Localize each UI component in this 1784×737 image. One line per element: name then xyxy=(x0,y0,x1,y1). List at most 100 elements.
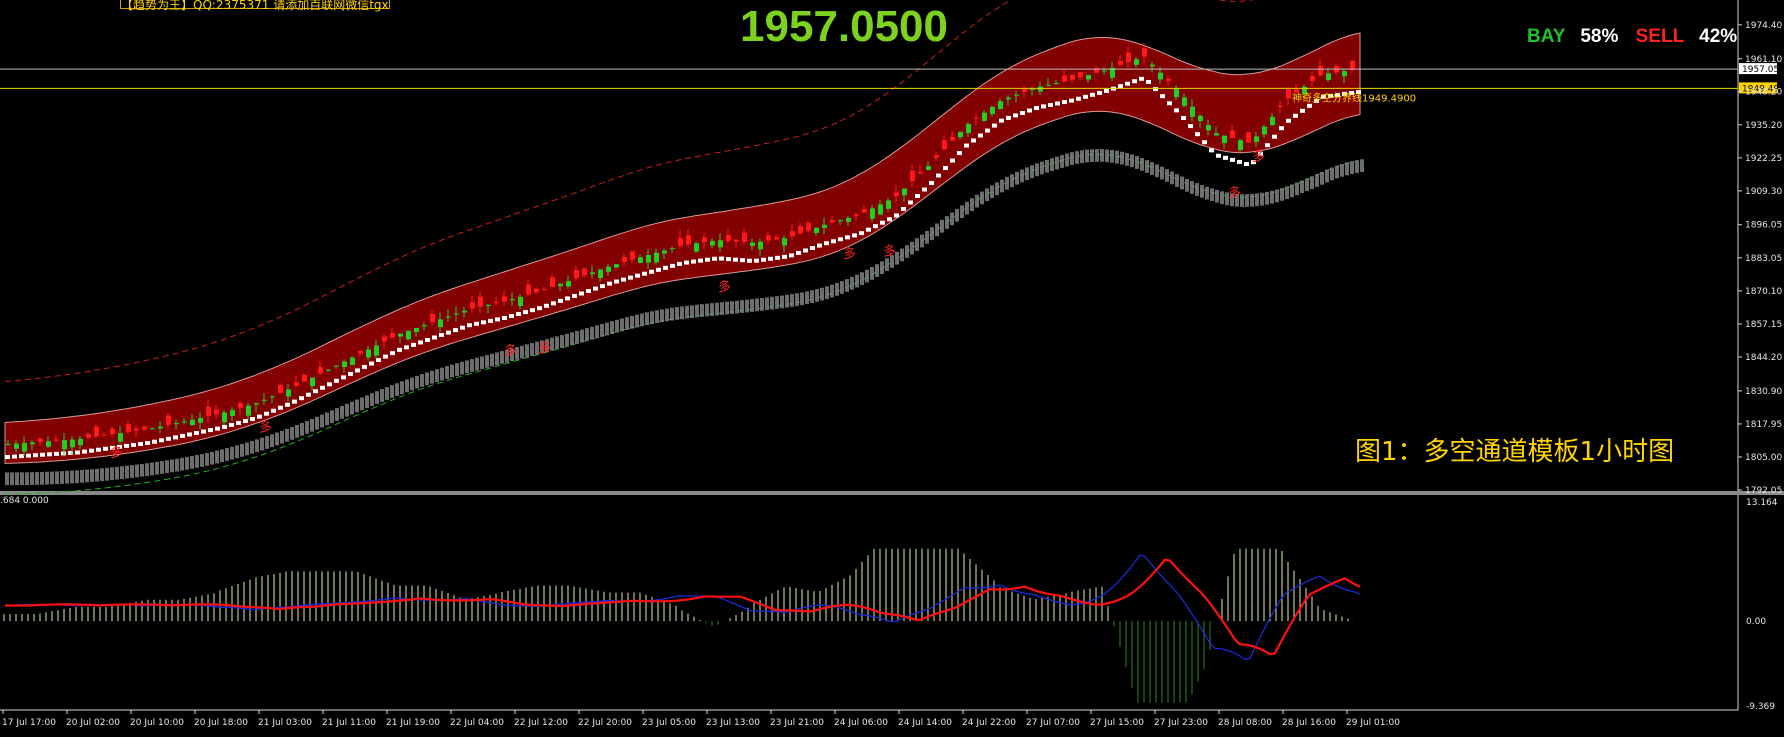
gray-band-segment xyxy=(1170,171,1174,185)
support-dot xyxy=(530,308,535,313)
gray-band-segment xyxy=(785,294,789,308)
gray-band-segment xyxy=(1280,188,1284,201)
y-tick-label: 1948.20 xyxy=(1745,88,1782,98)
candle-body xyxy=(1126,52,1131,63)
y-tick-label: 1922.25 xyxy=(1745,154,1782,164)
candle-body xyxy=(262,399,267,401)
y-tick-label: 1870.10 xyxy=(1745,287,1782,297)
gray-band-segment xyxy=(285,428,289,442)
gray-band-segment xyxy=(1080,150,1084,164)
support-dot xyxy=(1153,87,1158,92)
candle-body xyxy=(1190,106,1195,117)
gray-band-segment xyxy=(1045,159,1049,173)
candle-body xyxy=(1270,116,1275,126)
x-tick-label: 21 Jul 03:00 xyxy=(258,718,312,728)
gray-band-segment xyxy=(790,294,794,307)
support-dot xyxy=(1048,102,1053,107)
support-dot xyxy=(677,261,682,266)
candle-body xyxy=(550,277,555,287)
candle-body xyxy=(734,239,739,242)
x-tick-label: 24 Jul 22:00 xyxy=(962,718,1016,728)
pivot-note: 神奇多空分界线1949.4900 xyxy=(1292,91,1416,104)
support-dot xyxy=(26,453,31,458)
candle-body xyxy=(1070,74,1075,80)
candle-body xyxy=(30,442,35,445)
gray-band-segment xyxy=(1020,169,1024,183)
support-dot xyxy=(719,256,724,261)
gray-band-segment xyxy=(810,290,814,304)
support-dot xyxy=(859,231,864,236)
gray-band-segment xyxy=(765,297,769,311)
gray-band-segment xyxy=(415,375,419,389)
support-dot xyxy=(327,382,332,387)
gray-band-segment xyxy=(230,446,234,460)
gray-band-segment xyxy=(610,321,614,334)
candle-body xyxy=(126,424,131,432)
macd-tick-label: -9.369 xyxy=(1746,702,1775,712)
gray-band-segment xyxy=(530,343,534,356)
support-dot xyxy=(845,235,850,240)
candle-body xyxy=(334,365,339,367)
candle-body xyxy=(1118,60,1123,66)
support-dot xyxy=(229,422,234,427)
gray-band-segment xyxy=(680,306,684,320)
gray-band-segment xyxy=(585,328,589,341)
x-tick-label: 23 Jul 13:00 xyxy=(706,718,760,728)
y-tick-label: 1805.00 xyxy=(1745,453,1782,463)
support-dot xyxy=(621,277,626,282)
candle-body xyxy=(598,269,603,279)
signal-glyph: 多 xyxy=(883,243,896,259)
gray-band-segment xyxy=(1140,158,1144,171)
gray-band-segment xyxy=(625,317,629,330)
candle-body xyxy=(454,313,459,315)
gray-band-segment xyxy=(945,216,949,229)
candle-body xyxy=(1030,88,1035,90)
support-dot xyxy=(222,424,227,429)
y-tick-label: 1883.05 xyxy=(1745,254,1782,264)
support-dot xyxy=(355,368,360,373)
candle-body xyxy=(638,257,643,263)
gray-band-segment xyxy=(105,467,109,481)
support-dot xyxy=(1237,159,1242,164)
support-dot xyxy=(75,450,80,455)
support-dot xyxy=(1279,126,1284,131)
x-tick-label: 23 Jul 21:00 xyxy=(770,718,824,728)
gray-band-segment xyxy=(830,284,834,298)
support-dot xyxy=(1090,92,1095,97)
gray-band-segment xyxy=(905,245,909,258)
gray-band-segment xyxy=(440,367,444,381)
candle-body xyxy=(374,345,379,356)
gray-band-segment xyxy=(25,472,29,486)
gray-band-segment xyxy=(885,258,889,272)
gray-band-segment xyxy=(465,360,469,374)
gray-band-segment xyxy=(1310,176,1314,190)
candle-body xyxy=(566,281,571,287)
gray-band-segment xyxy=(705,303,709,317)
candle-body xyxy=(542,289,547,291)
support-dot xyxy=(537,306,542,311)
figure-caption: 图1：多空通道模板1小时图 xyxy=(1355,437,1675,467)
x-tick-label: 22 Jul 20:00 xyxy=(578,718,632,728)
support-dot xyxy=(495,317,500,322)
gray-band-segment xyxy=(700,304,704,317)
x-tick-label: 29 Jul 01:00 xyxy=(1346,718,1400,728)
support-dot xyxy=(1174,108,1179,113)
candle-body xyxy=(326,369,331,371)
candle-body xyxy=(654,252,659,263)
support-dot xyxy=(509,314,514,319)
support-dot xyxy=(138,442,143,447)
candle-body xyxy=(518,296,523,307)
candle-body xyxy=(302,374,307,382)
gray-band-segment xyxy=(400,381,404,395)
x-tick-label: 24 Jul 14:00 xyxy=(898,718,952,728)
candle-body xyxy=(222,412,227,423)
candle-body xyxy=(1294,89,1299,93)
x-tick-label: 28 Jul 16:00 xyxy=(1282,718,1336,728)
support-dot xyxy=(33,453,38,458)
candle-body xyxy=(134,428,139,431)
candle-body xyxy=(726,234,731,241)
support-dot xyxy=(579,291,584,296)
support-dot xyxy=(600,284,605,289)
support-dot xyxy=(999,118,1004,123)
gray-band-segment xyxy=(235,445,239,459)
